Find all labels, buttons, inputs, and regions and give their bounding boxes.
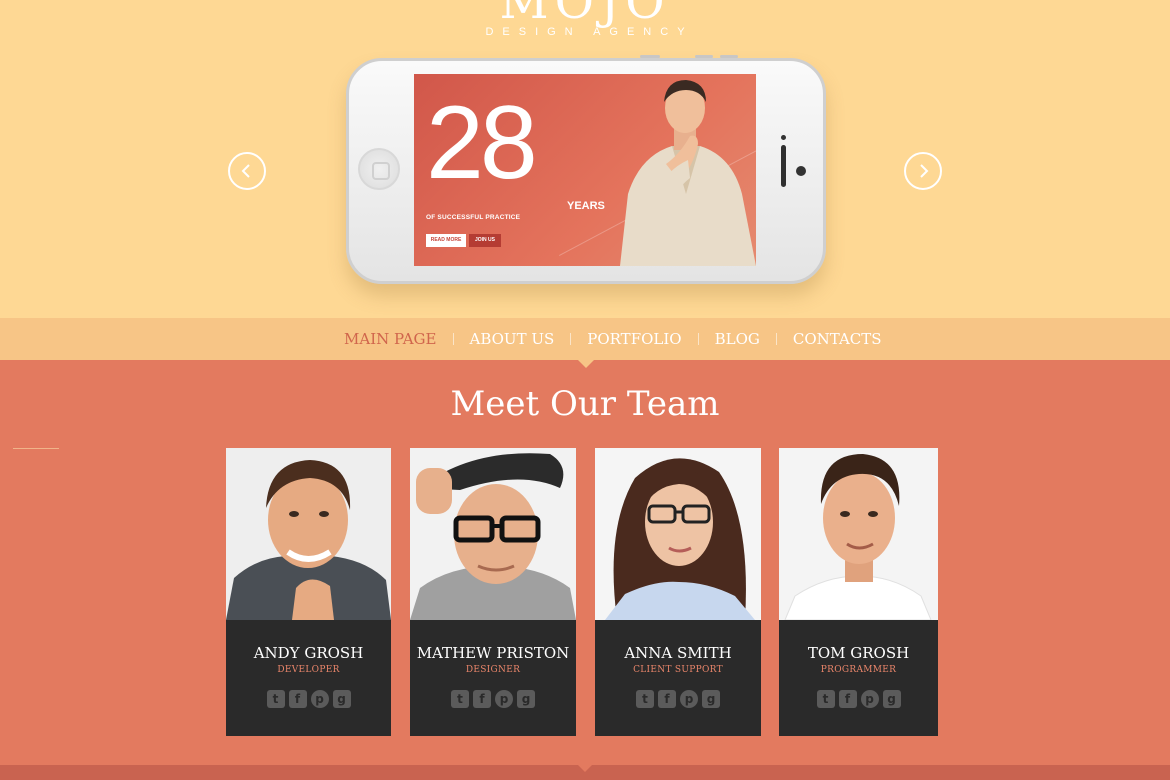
member-portrait xyxy=(595,448,761,620)
nav-pointer xyxy=(578,360,594,368)
google-plus-icon[interactable]: g xyxy=(517,690,535,708)
section-pointer xyxy=(578,765,592,772)
member-photo xyxy=(226,448,391,620)
slide-screen: 28 YEARS OF SUCCESSFUL PRACTICE READ MOR… xyxy=(414,74,756,266)
social-links: t f p g xyxy=(226,690,391,708)
member-photo xyxy=(779,448,938,620)
nav-items: MAIN PAGE ABOUT US PORTFOLIO BLOG CONTAC… xyxy=(344,318,882,360)
nav-divider xyxy=(697,333,699,345)
social-links: t f p g xyxy=(410,690,576,708)
social-links: t f p g xyxy=(595,690,761,708)
twitter-icon[interactable]: t xyxy=(636,690,654,708)
phone-speaker xyxy=(781,145,786,187)
logo-tagline: DESIGN AGENCY xyxy=(485,26,694,38)
team-card: TOM GROSH PROGRAMMER t f p g xyxy=(779,448,938,736)
slide-unit: YEARS xyxy=(567,200,605,212)
chevron-left-icon xyxy=(241,164,250,178)
nav-item-about-us[interactable]: ABOUT US xyxy=(470,330,555,348)
phone-camera xyxy=(796,166,806,176)
team-card: ANNA SMITH CLIENT SUPPORT t f p g xyxy=(595,448,761,736)
member-portrait xyxy=(779,448,938,620)
pinterest-icon[interactable]: p xyxy=(495,690,513,708)
team-card: MATHEW PRISTON DESIGNER t f p g xyxy=(410,448,576,736)
pinterest-icon[interactable]: p xyxy=(310,690,329,708)
facebook-icon[interactable]: f xyxy=(658,690,676,708)
facebook-icon[interactable]: f xyxy=(473,690,491,708)
nav-item-main-page[interactable]: MAIN PAGE xyxy=(344,330,437,348)
member-photo xyxy=(595,448,761,620)
logo-wordmark: MOJO xyxy=(499,0,671,30)
join-us-button[interactable]: JOIN US xyxy=(469,234,501,247)
nav-divider xyxy=(775,333,777,345)
member-role: DESIGNER xyxy=(465,665,521,675)
member-name: MATHEW PRISTON xyxy=(416,644,570,662)
member-role: PROGRAMMER xyxy=(820,665,897,675)
slide-man-photo xyxy=(620,80,756,266)
phone-home-button xyxy=(358,148,400,190)
read-more-button[interactable]: READ MORE xyxy=(426,234,466,247)
slide-big-number: 28 xyxy=(426,85,538,201)
twitter-icon[interactable]: t xyxy=(266,690,285,708)
pinterest-icon[interactable]: p xyxy=(860,690,879,708)
facebook-icon[interactable]: f xyxy=(838,690,857,708)
slide-caption: OF SUCCESSFUL PRACTICE xyxy=(426,214,521,221)
nav-divider xyxy=(570,333,572,345)
twitter-icon[interactable]: t xyxy=(816,690,835,708)
main-nav: MAIN PAGE ABOUT US PORTFOLIO BLOG CONTAC… xyxy=(0,318,1170,360)
member-role: CLIENT SUPPORT xyxy=(633,665,723,675)
phone-sensor xyxy=(781,135,786,140)
team-card: ANDY GROSH DEVELOPER t f p g xyxy=(226,448,391,736)
twitter-icon[interactable]: t xyxy=(451,690,469,708)
member-portrait xyxy=(226,448,391,620)
nav-item-blog[interactable]: BLOG xyxy=(715,330,760,348)
member-role: DEVELOPER xyxy=(277,665,340,675)
member-name: ANDY GROSH xyxy=(253,644,364,662)
team-heading: Meet Our Team xyxy=(450,384,720,424)
site-logo[interactable]: MOJO DESIGN AGENCY xyxy=(0,0,1170,38)
slider-next-button[interactable] xyxy=(904,152,942,190)
member-portrait xyxy=(410,448,576,620)
slider-prev-button[interactable] xyxy=(228,152,266,190)
social-links: t f p g xyxy=(779,690,938,708)
member-name: ANNA SMITH xyxy=(624,644,732,662)
google-plus-icon[interactable]: g xyxy=(702,690,720,708)
google-plus-icon[interactable]: g xyxy=(332,690,351,708)
nav-item-portfolio[interactable]: PORTFOLIO xyxy=(587,330,681,348)
chevron-right-icon xyxy=(920,164,929,178)
team-section: Meet Our Team ANDY GROSH DEVELOPER t f p… xyxy=(0,360,1170,765)
pinterest-icon[interactable]: p xyxy=(680,690,698,708)
decorative-line xyxy=(13,448,59,449)
member-photo xyxy=(410,448,576,620)
nav-divider xyxy=(452,333,454,345)
google-plus-icon[interactable]: g xyxy=(882,690,901,708)
facebook-icon[interactable]: f xyxy=(288,690,307,708)
member-name: TOM GROSH xyxy=(807,644,910,662)
nav-item-contacts[interactable]: CONTACTS xyxy=(793,330,882,348)
